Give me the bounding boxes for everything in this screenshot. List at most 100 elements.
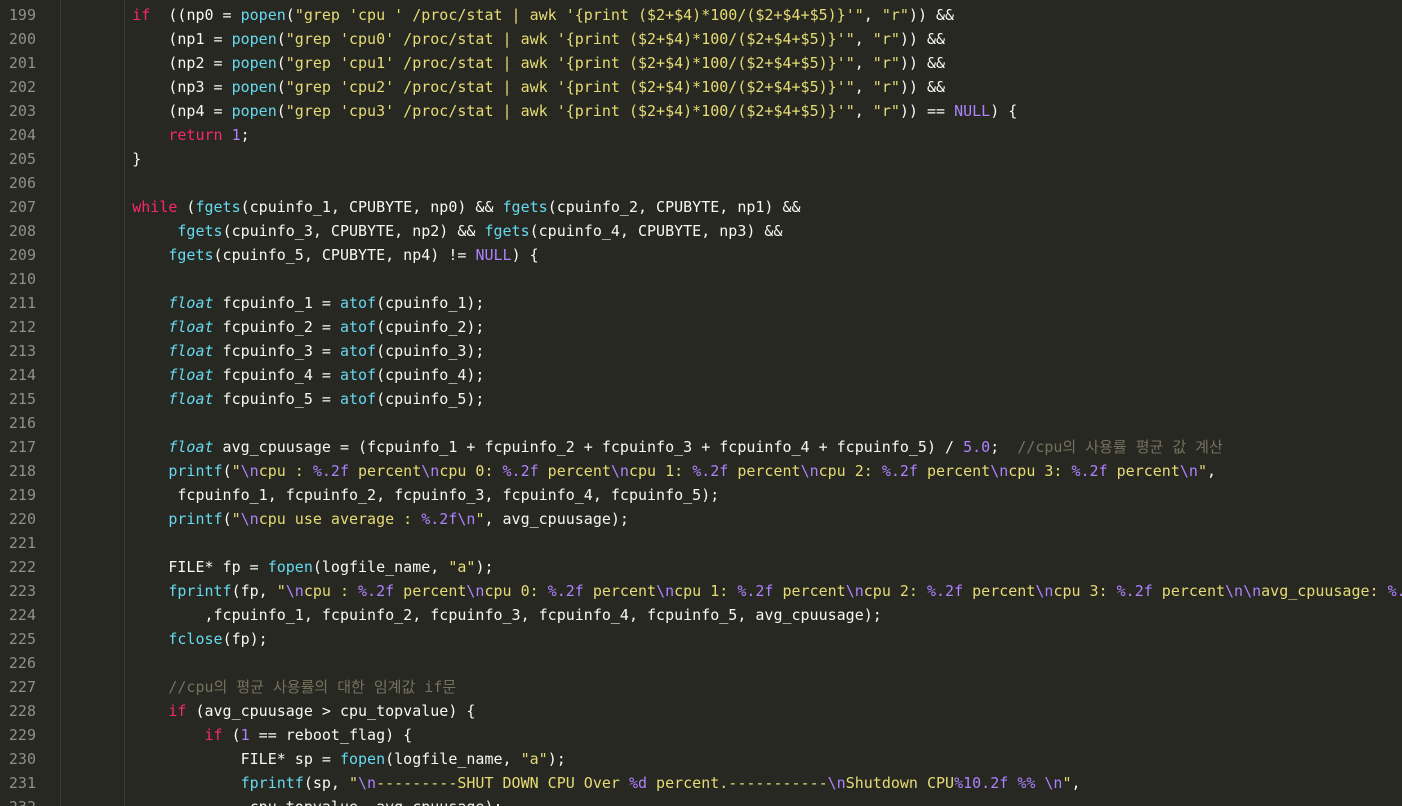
code-line[interactable]: 217 float avg_cpuusage = (fcpuinfo_1 + f… bbox=[0, 435, 1402, 459]
code-token: "a" bbox=[448, 558, 476, 576]
code-token: percent bbox=[1107, 462, 1180, 480]
code-token: (fp); bbox=[222, 630, 268, 648]
code-line[interactable]: 211 float fcpuinfo_1 = atof(cpuinfo_1); bbox=[0, 291, 1402, 315]
code-token: percent bbox=[773, 582, 846, 600]
code-line[interactable]: 227 //cpu의 평균 사용률의 대한 임계값 if문 bbox=[0, 675, 1402, 699]
code-text: (np1 = popen("grep 'cpu0' /proc/stat | a… bbox=[60, 27, 945, 51]
code-token: " bbox=[231, 462, 241, 480]
code-line[interactable]: 203 (np4 = popen("grep 'cpu3' /proc/stat… bbox=[0, 99, 1402, 123]
code-text: float fcpuinfo_4 = atof(cpuinfo_4); bbox=[60, 363, 484, 387]
code-token: fcpuinfo_1, fcpuinfo_2, fcpuinfo_3, fcpu… bbox=[177, 486, 720, 504]
code-line[interactable]: 200 (np1 = popen("grep 'cpu0' /proc/stat… bbox=[0, 27, 1402, 51]
code-text: FILE* sp = fopen(logfile_name, "a"); bbox=[60, 747, 566, 771]
code-line[interactable]: 206 bbox=[0, 171, 1402, 195]
code-line[interactable]: 201 (np2 = popen("grep 'cpu1' /proc/stat… bbox=[0, 51, 1402, 75]
code-line[interactable]: 219 fcpuinfo_1, fcpuinfo_2, fcpuinfo_3, … bbox=[0, 483, 1402, 507]
code-token: %.2f bbox=[1387, 582, 1402, 600]
code-token: (cpuinfo_4); bbox=[376, 366, 485, 384]
code-line[interactable]: 208 fgets(cpuinfo_3, CPUBYTE, np2) && fg… bbox=[0, 219, 1402, 243]
code-token: percent bbox=[728, 462, 801, 480]
code-token: (sp, bbox=[303, 774, 349, 792]
code-line[interactable]: 232 cpu_topvalue, avg_cpuusage); bbox=[0, 795, 1402, 806]
code-line[interactable]: 204 return 1; bbox=[0, 123, 1402, 147]
code-token: percent bbox=[917, 462, 991, 480]
code-token: %.2f bbox=[927, 582, 964, 600]
code-text: printf("\ncpu : %.2f percent\ncpu 0: %.2… bbox=[60, 459, 1216, 483]
code-token: NULL bbox=[475, 246, 512, 264]
code-line[interactable]: 230 FILE* sp = fopen(logfile_name, "a"); bbox=[0, 747, 1402, 771]
code-token: percent bbox=[583, 582, 657, 600]
code-token: atof bbox=[339, 342, 377, 360]
code-token: )) && bbox=[908, 6, 955, 24]
code-line[interactable]: 229 if (1 == reboot_flag) { bbox=[0, 723, 1402, 747]
code-line[interactable]: 212 float fcpuinfo_2 = atof(cpuinfo_2); bbox=[0, 315, 1402, 339]
code-token: printf bbox=[168, 462, 223, 480]
code-line[interactable]: 221 bbox=[0, 531, 1402, 555]
line-number: 227 bbox=[8, 678, 36, 696]
code-line[interactable]: 202 (np3 = popen("grep 'cpu2' /proc/stat… bbox=[0, 75, 1402, 99]
code-line[interactable]: 225 fclose(fp); bbox=[0, 627, 1402, 651]
code-token: //cpu의 평균 사용률의 대한 임계값 if문 bbox=[168, 678, 457, 696]
code-line[interactable]: 207 while (fgets(cpuinfo_1, CPUBYTE, np0… bbox=[0, 195, 1402, 219]
code-text: if (1 == reboot_flag) { bbox=[60, 723, 413, 747]
code-token: \n bbox=[1179, 462, 1198, 480]
line-number: 221 bbox=[8, 534, 36, 552]
code-token: fprintf bbox=[168, 582, 232, 600]
line-number: 202 bbox=[8, 78, 36, 96]
code-line[interactable]: 224 ,fcpuinfo_1, fcpuinfo_2, fcpuinfo_3,… bbox=[0, 603, 1402, 627]
code-token: 1 bbox=[231, 126, 241, 144]
code-token: np0 = bbox=[186, 6, 241, 24]
line-number: 230 bbox=[8, 750, 36, 768]
code-token: fgets bbox=[502, 198, 548, 216]
code-token: (cpuinfo_2); bbox=[376, 318, 485, 336]
code-token: %10.2f bbox=[954, 774, 1009, 792]
code-token: popen bbox=[231, 102, 277, 120]
code-token: cpu_topvalue, avg_cpuusage); bbox=[250, 798, 503, 806]
code-text: if ((np0 = popen("grep 'cpu ' /proc/stat… bbox=[60, 3, 954, 27]
code-line[interactable]: 213 float fcpuinfo_3 = atof(cpuinfo_3); bbox=[0, 339, 1402, 363]
code-line[interactable]: 218 printf("\ncpu : %.2f percent\ncpu 0:… bbox=[0, 459, 1402, 483]
code-token: cpu 2: bbox=[863, 582, 927, 600]
code-token: (avg_cpuusage > cpu_topvalue) { bbox=[186, 702, 476, 720]
code-token: if bbox=[132, 6, 151, 24]
code-text: printf("\ncpu use average : %.2f\n", avg… bbox=[60, 507, 629, 531]
code-token: Shutdown CPU bbox=[845, 774, 955, 792]
code-line[interactable]: 214 float fcpuinfo_4 = atof(cpuinfo_4); bbox=[0, 363, 1402, 387]
code-text: fgets(cpuinfo_3, CPUBYTE, np2) && fgets(… bbox=[60, 219, 782, 243]
code-line[interactable]: 216 bbox=[0, 411, 1402, 435]
code-line[interactable]: 220 printf("\ncpu use average : %.2f\n",… bbox=[0, 507, 1402, 531]
code-token: ( bbox=[177, 198, 196, 216]
line-number: 205 bbox=[8, 150, 36, 168]
code-token: )) && bbox=[899, 78, 946, 96]
code-text: (np3 = popen("grep 'cpu2' /proc/stat | a… bbox=[60, 75, 945, 99]
code-line[interactable]: 223 fprintf(fp, "\ncpu : %.2f percent\nc… bbox=[0, 579, 1402, 603]
code-line[interactable]: 226 bbox=[0, 651, 1402, 675]
code-line[interactable]: 209 fgets(cpuinfo_5, CPUBYTE, np4) != NU… bbox=[0, 243, 1402, 267]
code-editor[interactable]: 199 if ((np0 = popen("grep 'cpu ' /proc/… bbox=[0, 0, 1402, 806]
code-token: ; bbox=[240, 126, 250, 144]
code-token: , bbox=[854, 30, 873, 48]
code-line[interactable]: 222 FILE* fp = fopen(logfile_name, "a"); bbox=[0, 555, 1402, 579]
code-text: } bbox=[60, 147, 141, 171]
code-line[interactable]: 199 if ((np0 = popen("grep 'cpu ' /proc/… bbox=[0, 3, 1402, 27]
code-line[interactable]: 210 bbox=[0, 267, 1402, 291]
code-token: \n bbox=[827, 774, 846, 792]
code-line[interactable]: 205 } bbox=[0, 147, 1402, 171]
code-line[interactable]: 228 if (avg_cpuusage > cpu_topvalue) { bbox=[0, 699, 1402, 723]
code-token: ( bbox=[222, 726, 241, 744]
code-text: fprintf(sp, "\n---------SHUT DOWN CPU Ov… bbox=[60, 771, 1081, 795]
code-token: cpu : bbox=[303, 582, 359, 600]
line-number: 218 bbox=[8, 462, 36, 480]
code-line[interactable]: 231 fprintf(sp, "\n---------SHUT DOWN CP… bbox=[0, 771, 1402, 795]
code-token: (logfile_name, bbox=[312, 558, 449, 576]
line-number: 223 bbox=[8, 582, 36, 600]
code-line[interactable]: 215 float fcpuinfo_5 = atof(cpuinfo_5); bbox=[0, 387, 1402, 411]
